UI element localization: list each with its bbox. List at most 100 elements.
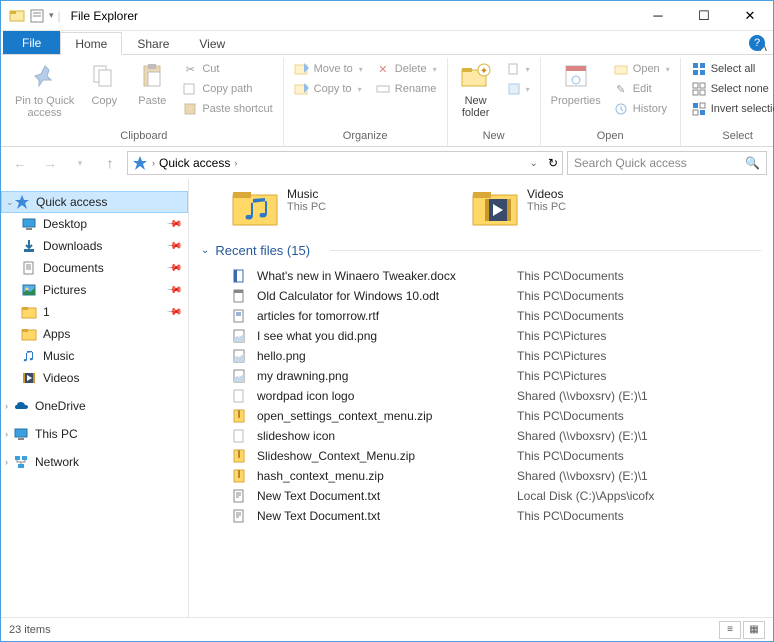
file-row[interactable]: Slideshow_Context_Menu.zipThis PC\Docume… [201,446,761,466]
group-select-label: Select [687,128,774,146]
sidebar-item-apps[interactable]: Apps [1,323,188,345]
delete-button[interactable]: ✕Delete▾ [371,60,441,78]
search-icon: 🔍 [745,156,760,170]
address-dropdown-icon[interactable]: ⌄ [530,158,538,169]
file-row[interactable]: New Text Document.txtLocal Disk (C:)\App… [201,486,761,506]
network-icon [13,454,29,470]
file-icon [231,368,247,384]
sidebar-item-desktop[interactable]: Desktop📌 [1,213,188,235]
recent-locations-button[interactable]: ▾ [67,150,93,176]
maximize-button[interactable]: ☐ [681,1,727,31]
pin-to-quick-access-button[interactable]: Pin to Quick access [11,58,78,121]
select-all-icon [691,61,707,77]
tab-file[interactable]: File [3,31,60,54]
sidebar-item-downloads[interactable]: Downloads📌 [1,235,188,257]
paste-shortcut-button[interactable]: Paste shortcut [178,100,276,118]
back-button[interactable]: ← [7,150,33,176]
sidebar-item-documents[interactable]: Documents📌 [1,257,188,279]
thumbnails-view-button[interactable]: ▦ [743,621,765,639]
file-row[interactable]: my drawning.pngThis PC\Pictures [201,366,761,386]
new-folder-button[interactable]: ✦ New folder [454,58,498,121]
file-row[interactable]: slideshow iconShared (\\vboxsrv) (E:)\1 [201,426,761,446]
details-view-button[interactable]: ≡ [719,621,741,639]
move-to-icon [294,61,310,77]
file-row[interactable]: I see what you did.pngThis PC\Pictures [201,326,761,346]
address-box[interactable]: › Quick access › ⌄ ↻ [127,151,563,175]
new-item-button[interactable]: ▾ [502,60,534,78]
chevron-right-icon[interactable]: › [5,401,8,411]
recent-files-header[interactable]: ⌄ Recent files (15) [201,243,761,258]
edit-button[interactable]: ✎Edit [609,80,674,98]
select-all-button[interactable]: Select all [687,60,774,78]
sidebar-item-videos[interactable]: Videos [1,367,188,389]
group-new-label: New [454,128,534,146]
pictures-icon [21,282,37,298]
file-row[interactable]: open_settings_context_menu.zipThis PC\Do… [201,406,761,426]
rename-button[interactable]: Rename [371,80,441,98]
chevron-right-icon[interactable]: › [5,429,8,439]
select-none-icon [691,81,707,97]
invert-selection-button[interactable]: Invert selection [687,100,774,118]
sidebar-item-music[interactable]: Music [1,345,188,367]
select-none-button[interactable]: Select none [687,80,774,98]
cut-icon: ✂ [182,61,198,77]
help-icon[interactable]: ? [749,35,765,51]
sidebar-this-pc[interactable]: › This PC [1,423,188,445]
folder-icon [21,326,37,342]
file-row[interactable]: New Text Document.txtThis PC\Documents [201,506,761,526]
history-button[interactable]: History [609,100,674,118]
pin-icon: 📌 [165,282,182,299]
sidebar-quick-access[interactable]: ⌄ Quick access [1,191,188,213]
tab-view[interactable]: View [184,32,240,54]
file-icon [231,288,247,304]
folder-music[interactable]: MusicThis PC [231,187,431,227]
forward-button[interactable]: → [37,150,63,176]
chevron-right-icon[interactable]: › [5,457,8,467]
group-open-label: Open [547,128,674,146]
qat-properties-icon[interactable] [29,8,45,24]
delete-icon: ✕ [375,61,391,77]
sidebar-item-pictures[interactable]: Pictures📌 [1,279,188,301]
breadcrumb[interactable]: Quick access [159,156,230,170]
ribbon-tabs: File Home Share View ᐱ ? [1,31,773,55]
group-organize-label: Organize [290,128,441,146]
chevron-down-icon[interactable]: ⌄ [6,197,14,208]
file-icon [231,408,247,424]
invert-selection-icon [691,101,707,117]
refresh-button[interactable]: ↻ [548,156,558,170]
folder-videos[interactable]: VideosThis PC [471,187,671,227]
sidebar-onedrive[interactable]: › OneDrive [1,395,188,417]
address-bar: ← → ▾ ↑ › Quick access › ⌄ ↻ Search Quic… [1,147,773,179]
open-button[interactable]: Open▾ [609,60,674,78]
onedrive-icon [13,398,29,414]
move-to-button[interactable]: Move to▾ [290,60,367,78]
chevron-down-icon: ⌄ [201,245,209,256]
tab-home[interactable]: Home [60,32,122,55]
quick-access-star-icon [132,155,148,171]
file-row[interactable]: articles for tomorrow.rtfThis PC\Documen… [201,306,761,326]
paste-button[interactable]: Paste [130,58,174,109]
close-button[interactable]: ✕ [727,1,773,31]
file-row[interactable]: What's new in Winaero Tweaker.docxThis P… [201,266,761,286]
copy-to-button[interactable]: Copy to▾ [290,80,367,98]
up-button[interactable]: ↑ [97,150,123,176]
cut-button[interactable]: ✂Cut [178,60,276,78]
file-row[interactable]: wordpad icon logoShared (\\vboxsrv) (E:)… [201,386,761,406]
sidebar-network[interactable]: › Network [1,451,188,473]
minimize-button[interactable]: ─ [635,1,681,31]
file-icon [231,448,247,464]
sidebar-item-1[interactable]: 1📌 [1,301,188,323]
copy-button[interactable]: Copy [82,58,126,109]
rename-icon [375,81,391,97]
file-row[interactable]: hash_context_menu.zipShared (\\vboxsrv) … [201,466,761,486]
search-box[interactable]: Search Quick access 🔍 [567,151,767,175]
qat-dropdown-icon[interactable]: ▾ [49,10,54,21]
easy-access-button[interactable]: ▾ [502,80,534,98]
file-row[interactable]: hello.pngThis PC\Pictures [201,346,761,366]
file-row[interactable]: Old Calculator for Windows 10.odtThis PC… [201,286,761,306]
paste-icon [136,60,168,92]
properties-button[interactable]: Properties [547,58,605,109]
tab-share[interactable]: Share [122,32,184,54]
new-folder-icon: ✦ [460,60,492,92]
copy-path-button[interactable]: Copy path [178,80,276,98]
